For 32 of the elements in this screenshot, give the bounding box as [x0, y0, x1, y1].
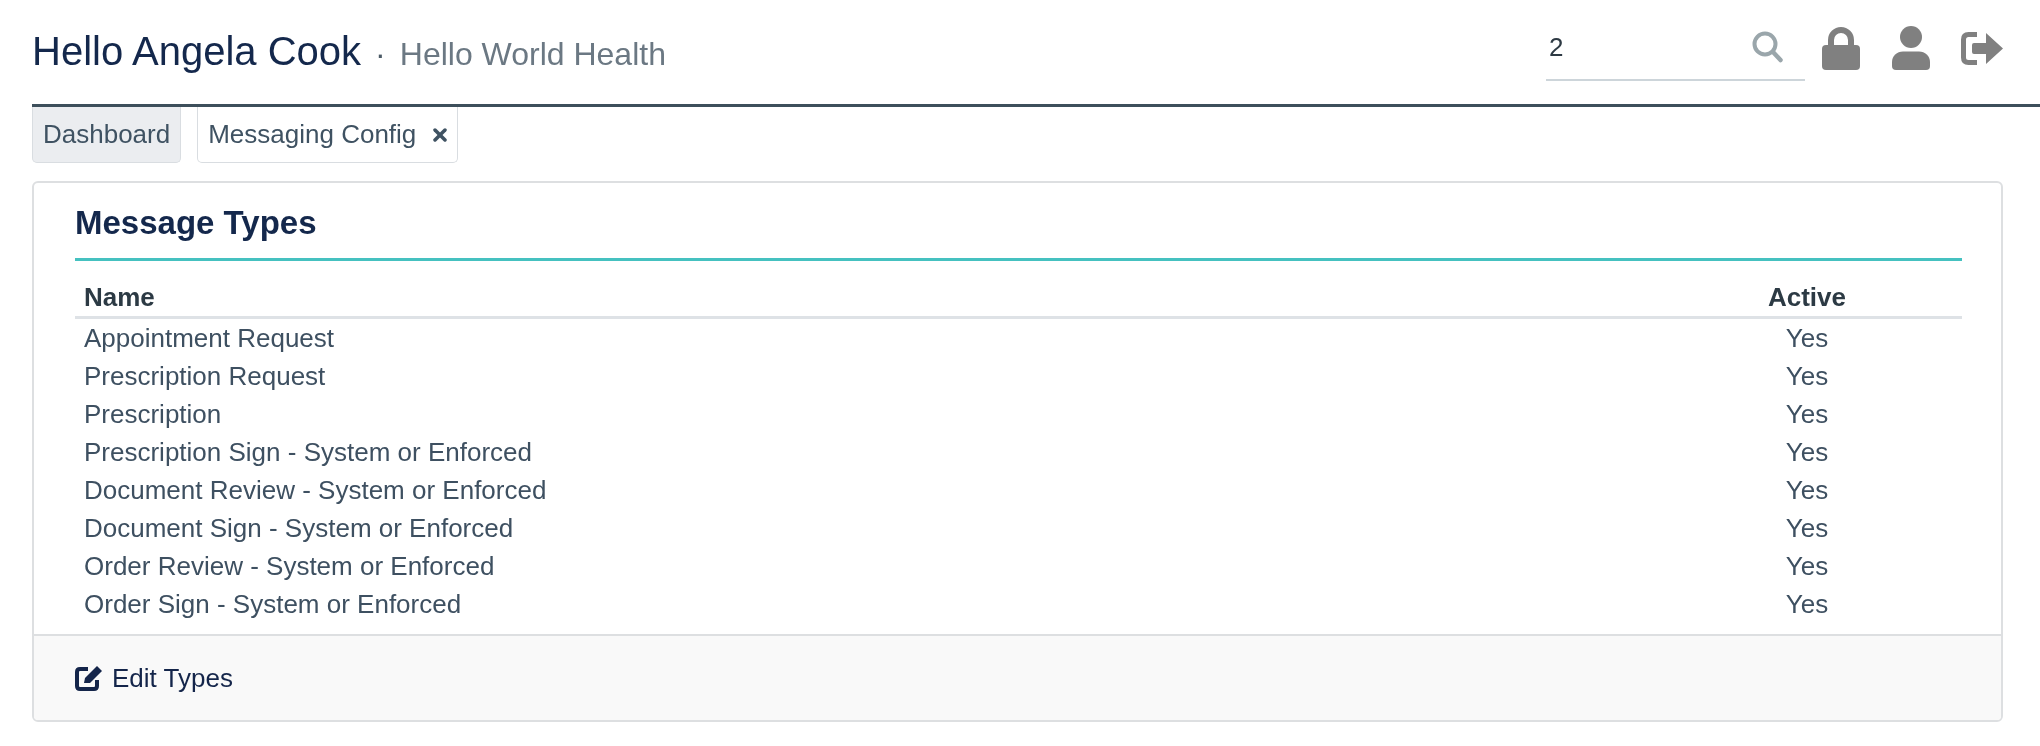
table-cell-text: Appointment Request	[84, 322, 335, 355]
tab[interactable]: Dashboard	[32, 107, 182, 163]
lock-icon[interactable]	[1822, 26, 1860, 70]
table-cell-text: Document Sign - System or Enforced	[84, 512, 514, 545]
table-cell-text: Yes	[1785, 360, 1829, 393]
edit-icon	[75, 665, 104, 691]
column-header: Active	[1767, 281, 1846, 314]
table-cell-text: Order Review - System or Enforced	[84, 550, 495, 583]
table-cell-text: Prescription Sign - System or Enforced	[84, 436, 532, 469]
title-separator: ·	[375, 36, 386, 73]
sign-out-icon[interactable]	[1961, 31, 2003, 65]
table-cell-text: Prescription Request	[84, 360, 326, 393]
tab[interactable]: Messaging Config	[197, 107, 459, 163]
user-icon[interactable]	[1892, 26, 1930, 70]
table-cell-text: Yes	[1785, 512, 1829, 545]
table-cell-text: Yes	[1785, 398, 1829, 431]
table-cell-text: Yes	[1785, 322, 1829, 355]
column-header: Name	[84, 281, 155, 314]
table-cell-text: Document Review - System or Enforced	[84, 474, 547, 507]
organization-name: Hello World Health	[399, 36, 666, 73]
table-cell-text: Order Sign - System or Enforced	[84, 588, 462, 621]
user-greeting: Hello Angela Cook	[32, 29, 362, 74]
close-icon[interactable]	[433, 127, 448, 142]
table-cell-text: Yes	[1785, 474, 1829, 507]
table-cell-text: Prescription	[84, 398, 222, 431]
table-cell-text: Yes	[1785, 588, 1829, 621]
table-cell-text: Yes	[1785, 550, 1829, 583]
edit-types-button[interactable]: Edit Types	[75, 662, 233, 694]
table-cell-text: Yes	[1785, 436, 1829, 469]
search-field[interactable]: 2	[1546, 15, 1805, 81]
search-icon[interactable]	[1752, 31, 1783, 63]
panel-title: Message Types	[75, 204, 317, 242]
